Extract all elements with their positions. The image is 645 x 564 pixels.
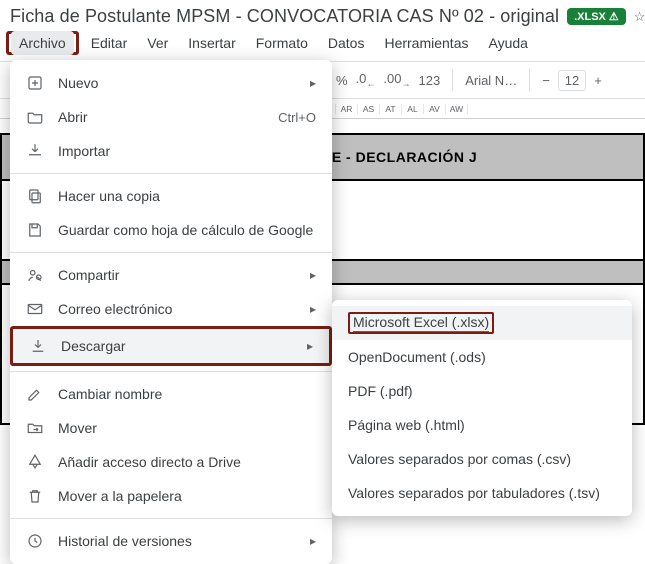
warning-icon: ⚠ [609,10,619,23]
toolbar-separator [529,69,530,91]
menu-separator [10,518,332,519]
history-icon [26,532,44,550]
download-submenu: Microsoft Excel (.xlsx) OpenDocument (.o… [332,300,632,516]
column-header[interactable]: AW [446,104,468,114]
increase-decimals-button[interactable]: .00→ [383,71,410,89]
save-icon [26,221,44,239]
column-header[interactable]: AS [358,104,380,114]
file-menu-version-history[interactable]: Historial de versiones ▸ [10,524,332,558]
font-size-decrease[interactable]: − [542,73,550,88]
download-pdf[interactable]: PDF (.pdf) [332,374,632,408]
chevron-right-icon: ▸ [310,76,316,90]
file-menu-make-copy[interactable]: Hacer una copia [10,179,332,213]
file-menu-dropdown: Nuevo ▸ Abrir Ctrl+O Importar Hacer una … [10,60,332,564]
column-header[interactable]: AV [424,104,446,114]
share-icon [26,266,44,284]
percent-button[interactable]: % [336,73,348,88]
highlight-download: Descargar ▸ [10,326,332,366]
font-size-increase[interactable]: + [594,73,602,88]
download-xlsx[interactable]: Microsoft Excel (.xlsx) [332,306,632,340]
menu-insert[interactable]: Insertar [180,31,243,55]
file-menu-new[interactable]: Nuevo ▸ [10,66,332,100]
column-header[interactable]: AT [380,104,402,114]
file-menu-share[interactable]: Compartir ▸ [10,258,332,292]
menu-separator [10,173,332,174]
download-ods[interactable]: OpenDocument (.ods) [332,340,632,374]
file-menu-open[interactable]: Abrir Ctrl+O [10,100,332,134]
shortcut-label: Ctrl+O [278,110,316,125]
download-html[interactable]: Página web (.html) [332,408,632,442]
chevron-right-icon: ▸ [310,534,316,548]
chevron-right-icon: ▸ [307,339,313,353]
highlight-xlsx: Microsoft Excel (.xlsx) [348,312,494,334]
menu-format[interactable]: Formato [248,31,316,55]
font-selector[interactable]: Arial N… [465,73,517,88]
folder-icon [26,108,44,126]
titlebar: Ficha de Postulante MPSM - CONVOCATORIA … [0,0,645,29]
download-icon [29,337,47,355]
star-icon[interactable]: ☆ [634,9,645,25]
plus-icon [26,74,44,92]
filetype-badge-text: .XLSX [574,11,606,23]
file-menu-rename[interactable]: Cambiar nombre [10,377,332,411]
trash-icon [26,487,44,505]
toolbar-separator [452,69,453,91]
file-menu-import[interactable]: Importar [10,134,332,168]
file-menu-save-as-gsheet[interactable]: Guardar como hoja de cálculo de Google [10,213,332,247]
menu-tools[interactable]: Herramientas [376,31,476,55]
decrease-decimals-button[interactable]: .0← [356,71,376,89]
file-menu-add-shortcut[interactable]: Añadir acceso directo a Drive [10,445,332,479]
drive-shortcut-icon [26,453,44,471]
menu-file[interactable]: Archivo [11,31,74,55]
chevron-right-icon: ▸ [310,302,316,316]
file-menu-move[interactable]: Mover [10,411,332,445]
menu-help[interactable]: Ayuda [480,31,535,55]
menu-view[interactable]: Ver [139,31,176,55]
chevron-right-icon: ▸ [310,268,316,282]
menubar: Archivo Editar Ver Insertar Formato Dato… [0,29,645,61]
column-header[interactable]: AR [336,104,358,114]
copy-icon [26,187,44,205]
rename-icon [26,385,44,403]
highlight-archivo: Archivo [6,31,79,55]
download-tsv[interactable]: Valores separados por tabuladores (.tsv) [332,476,632,510]
menu-data[interactable]: Datos [320,31,373,55]
download-csv[interactable]: Valores separados por comas (.csv) [332,442,632,476]
menu-edit[interactable]: Editar [83,31,136,55]
document-title[interactable]: Ficha de Postulante MPSM - CONVOCATORIA … [10,6,559,27]
menu-separator [10,371,332,372]
font-size-value[interactable]: 12 [558,70,586,91]
menu-separator [10,252,332,253]
mail-icon [26,300,44,318]
file-menu-download[interactable]: Descargar ▸ [13,329,329,363]
file-menu-trash[interactable]: Mover a la papelera [10,479,332,513]
filetype-badge: .XLSX ⚠ [567,8,626,25]
number-format-button[interactable]: 123 [418,73,440,88]
file-menu-email[interactable]: Correo electrónico ▸ [10,292,332,326]
import-icon [26,142,44,160]
move-icon [26,419,44,437]
column-header[interactable]: AL [402,104,424,114]
